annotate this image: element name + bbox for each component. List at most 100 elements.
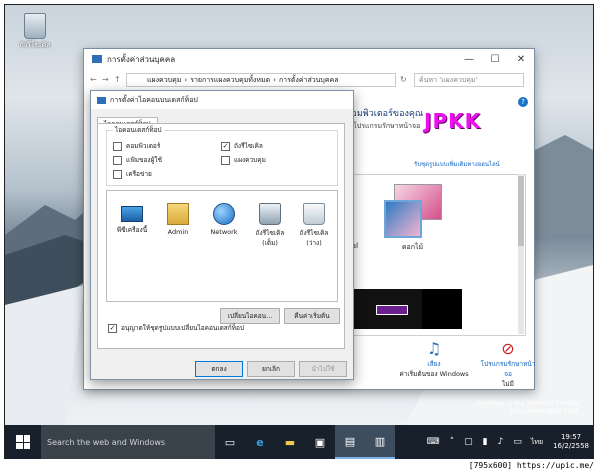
control-panel-taskbar-icon[interactable]: ▤	[335, 425, 365, 459]
watermark-line: Windows 10 Pro Technical Preview	[476, 400, 579, 407]
sounds-link[interactable]: ♫ เสียง ค่าเริ่มต้นของ Windows	[394, 339, 474, 379]
checkbox-box[interactable]	[113, 169, 122, 179]
change-icon-button[interactable]: เปลี่ยนไอคอน...	[220, 308, 280, 324]
screenshot-frame: ถังรีไซเคิล การตั้งค่าส่วนบุคคล — ☐ ✕ ← …	[4, 4, 594, 460]
icon-item-label: Admin	[167, 228, 189, 236]
build-watermark: Windows 10 Pro Technical Preview สำเนาทด…	[477, 400, 579, 416]
desktop-icons-group: ไอคอนเดสก์ท็อป คอมพิวเตอร์ ✓ ถังรีไซเคิล…	[106, 125, 338, 186]
theme-scrollbar[interactable]	[518, 174, 524, 334]
icon-item-label: Network	[210, 228, 238, 236]
checkbox-control-panel[interactable]: แผงควบคุม	[221, 155, 266, 165]
checkbox-box[interactable]	[113, 141, 122, 151]
checkbox-label: คอมพิวเตอร์	[126, 142, 161, 150]
theme-dark-thumbnail[interactable]	[354, 289, 430, 329]
maximize-button[interactable]: ☐	[482, 49, 508, 69]
personalization-taskbar-icon[interactable]: ▥	[365, 425, 395, 459]
dialog-app-icon	[97, 96, 106, 104]
dialog-tabs: ไอคอนเดสก์ท็อป	[97, 111, 158, 130]
checkbox-box[interactable]	[221, 155, 230, 165]
volume-icon[interactable]: ♪	[498, 437, 504, 447]
recycle-bin-label: ถังรีไซเคิล	[19, 41, 51, 49]
window-titlebar[interactable]: การตั้งค่าส่วนบุคคล — ☐ ✕	[84, 49, 534, 69]
cancel-button[interactable]: ยกเลิก	[247, 361, 295, 377]
taskbar: Search the web and Windows ▭ e ▬ ▣ ▤ ▥ ⌨…	[5, 425, 593, 459]
notification-icon[interactable]: ▢	[464, 437, 473, 447]
checkbox-label: แผงควบคุม	[234, 156, 266, 164]
speaker-icon: ♫	[426, 339, 442, 358]
icon-item-label: ถังรีไซเคิล (เต็ม)	[255, 229, 285, 247]
get-more-themes-link[interactable]: รับชุดรูปแบบเพิ่มเติมทางออนไลน์	[414, 159, 500, 169]
theme-flowers-label: ดอกไม้	[402, 243, 424, 251]
recycle-bin-desktop-icon[interactable]: ถังรีไซเคิล	[15, 13, 55, 51]
checkbox-allow-themes[interactable]: ✓ อนุญาตให้ชุดรูปแบบเปลี่ยนไอคอนเดสก์ท็อ…	[108, 323, 244, 333]
desktop-icon-list[interactable]: พีซีเครื่องนี้ Admin Network ถังรีไซเคิล…	[106, 190, 338, 302]
icon-item-this-pc[interactable]: พีซีเครื่องนี้	[109, 203, 155, 235]
checkbox-box-checked[interactable]: ✓	[108, 323, 117, 333]
scrollbar-thumb[interactable]	[518, 176, 524, 246]
file-explorer-icon[interactable]: ▬	[275, 425, 305, 459]
internet-explorer-icon[interactable]: e	[245, 425, 275, 459]
personalization-links: ♫ เสียง ค่าเริ่มต้นของ Windows ⊘ โปรแกรม…	[394, 339, 535, 388]
checkbox-network[interactable]: เครือข่าย	[113, 169, 152, 179]
store-icon[interactable]: ▣	[305, 425, 335, 459]
tab-panel: ไอคอนเดสก์ท็อป คอมพิวเตอร์ ✓ ถังรีไซเคิล…	[97, 123, 345, 349]
icon-item-recycle-full[interactable]: ถังรีไซเคิล (เต็ม)	[247, 203, 293, 248]
checkbox-box-checked[interactable]: ✓	[221, 141, 230, 151]
back-arrow-icon[interactable]: ←	[90, 75, 97, 84]
group-legend: ไอคอนเดสก์ท็อป	[113, 125, 164, 135]
icon-item-recycle-empty[interactable]: ถังรีไซเคิล (ว่าง)	[291, 203, 337, 248]
refresh-icon[interactable]: ↻	[400, 75, 407, 84]
breadcrumb[interactable]: แผงควบคุม › รายการแผงควบคุมทั้งหมด › การ…	[126, 73, 396, 87]
screensaver-link-title: โปรแกรมรักษาหน้าจอ	[480, 360, 536, 378]
checkbox-computer[interactable]: คอมพิวเตอร์	[113, 141, 160, 151]
brand-watermark: JPKK	[424, 109, 482, 133]
checkbox-label: เครือข่าย	[126, 170, 152, 178]
checkbox-recycle-bin[interactable]: ✓ ถังรีไซเคิล	[221, 141, 263, 151]
system-tray: ⌨ ˄ ▢ ▮ ♪ ▭ ไทย 19:57 16/2/2558	[422, 425, 589, 459]
keyboard-icon[interactable]: ⌨	[427, 437, 440, 447]
forward-arrow-icon[interactable]: →	[102, 75, 109, 84]
checkbox-label: อนุญาตให้ชุดรูปแบบเปลี่ยนไอคอนเดสก์ท็อป	[121, 324, 245, 332]
no-screensaver-icon: ⊘	[501, 339, 515, 358]
up-arrow-icon[interactable]: ↑	[114, 75, 121, 84]
breadcrumb-item[interactable]: รายการแผงควบคุมทั้งหมด	[190, 75, 270, 86]
dialog-titlebar[interactable]: การตั้งค่าไอคอนบนเดสก์ท็อป	[91, 91, 353, 109]
watermark-line: สำเนาทดสอบ Build 9926	[509, 408, 579, 415]
icon-item-label: พีซีเครื่องนี้	[116, 226, 148, 234]
help-icon[interactable]: ?	[518, 97, 528, 107]
icon-item-admin[interactable]: Admin	[155, 203, 201, 236]
network-icon	[213, 203, 235, 225]
theme-flowers-thumbnail[interactable]	[384, 184, 444, 238]
clock-date: 16/2/2558	[553, 442, 589, 450]
task-view-icon[interactable]: ▭	[215, 425, 245, 459]
close-button[interactable]: ✕	[508, 49, 534, 69]
breadcrumb-item[interactable]: แผงควบคุม	[147, 75, 181, 86]
language-indicator[interactable]: ไทย	[531, 437, 543, 448]
checkbox-user-files[interactable]: แฟ้มของผู้ใช้	[113, 155, 162, 165]
breadcrumb-item[interactable]: การตั้งค่าส่วนบุคคล	[279, 75, 339, 86]
desktop-background: ถังรีไซเคิล การตั้งค่าส่วนบุคคล — ☐ ✕ ← …	[5, 5, 593, 425]
icon-item-network[interactable]: Network	[201, 203, 247, 236]
search-input[interactable]: ค้นหา 'แผงควบคุม'	[414, 73, 524, 87]
pc-icon	[121, 206, 143, 222]
recycle-bin-icon	[24, 13, 46, 39]
restore-default-button[interactable]: คืนค่าเริ่มต้น	[284, 308, 340, 324]
desktop-icon-settings-dialog[interactable]: การตั้งค่าไอคอนบนเดสก์ท็อป ไอคอนเดสก์ท็อ…	[90, 90, 354, 380]
screensaver-link[interactable]: ⊘ โปรแกรมรักษาหน้าจอ ไม่มี	[478, 339, 538, 389]
icon-item-label: ถังรีไซเคิล (ว่าง)	[299, 229, 329, 247]
network-tray-icon[interactable]: ▮	[483, 437, 488, 447]
minimize-button[interactable]: —	[456, 49, 482, 69]
recycle-full-icon	[259, 203, 281, 225]
chevron-up-icon[interactable]: ˄	[450, 437, 455, 447]
checkbox-label: แฟ้มของผู้ใช้	[126, 156, 162, 164]
action-center-icon[interactable]: ▭	[513, 437, 522, 447]
screensaver-link-value: ไม่มี	[502, 380, 514, 388]
address-bar-row: ← → ↑ แผงควบคุม › รายการแผงควบคุมทั้งหมด…	[84, 71, 534, 91]
checkbox-box[interactable]	[113, 155, 122, 165]
taskbar-search-input[interactable]: Search the web and Windows	[41, 425, 215, 459]
theme-dark-thumbnail-2[interactable]	[422, 289, 462, 329]
clock[interactable]: 19:57 16/2/2558	[553, 433, 589, 451]
apply-button[interactable]: นำไปใช้	[299, 361, 347, 377]
start-button[interactable]	[5, 425, 41, 459]
ok-button[interactable]: ตกลง	[195, 361, 243, 377]
